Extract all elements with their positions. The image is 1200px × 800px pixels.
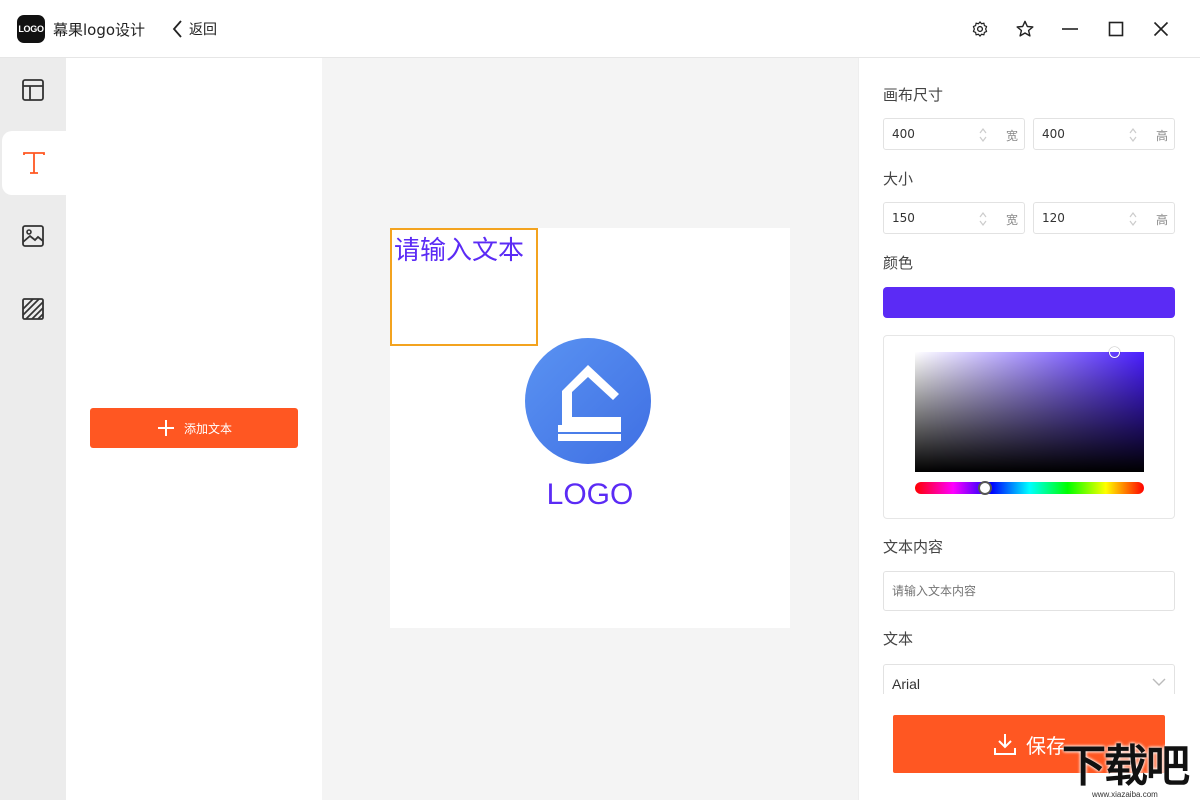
layout-icon — [22, 79, 44, 101]
width-unit: 宽 — [1005, 213, 1018, 227]
close-button[interactable] — [1146, 14, 1176, 44]
minimize-icon — [1062, 28, 1078, 30]
watermark-url: www.xiazaiba.com — [1092, 790, 1158, 799]
spinner-icon[interactable] — [1128, 126, 1138, 144]
favorite-button[interactable] — [1010, 14, 1040, 44]
save-label: 保存 — [1026, 733, 1066, 758]
image-icon — [22, 225, 44, 247]
selected-text-box[interactable]: 请输入文本 — [390, 228, 538, 346]
canvas-width-input[interactable]: 400 宽 — [883, 118, 1025, 150]
back-button[interactable]: 返回 — [171, 17, 217, 41]
size-width-value: 150 — [892, 211, 915, 225]
settings-button[interactable] — [965, 14, 995, 44]
font-value: Arial — [892, 676, 921, 692]
back-label: 返回 — [189, 22, 217, 38]
download-icon — [994, 734, 1016, 755]
add-text-button[interactable]: 添加文本 — [90, 408, 298, 448]
design-canvas[interactable]: 请输入文本 LOGO — [390, 228, 790, 628]
canvas-size-label: 画布尺寸 — [883, 86, 944, 104]
spinner-icon[interactable] — [978, 210, 988, 228]
app-logo: LOGO — [17, 15, 45, 43]
size-height-value: 120 — [1042, 211, 1065, 225]
logo-label[interactable]: LOGO — [390, 478, 790, 512]
canvas-width-value: 400 — [892, 127, 915, 141]
chevron-down-icon — [1152, 678, 1166, 686]
tool-rail — [0, 58, 66, 800]
size-height-input[interactable]: 120 高 — [1033, 202, 1175, 234]
watermark: 下载吧 www.xiazaiba.com — [1062, 742, 1200, 800]
chevron-left-icon — [172, 20, 182, 38]
saturation-value-area[interactable] — [915, 347, 1144, 472]
app-title: 幕果logo设计 — [53, 21, 146, 39]
text-content-label: 文本内容 — [883, 538, 944, 556]
close-icon — [1153, 21, 1169, 37]
width-unit: 宽 — [1005, 129, 1018, 143]
text-box-content: 请输入文本 — [394, 236, 525, 266]
height-unit: 高 — [1155, 213, 1168, 227]
rail-item-template[interactable] — [0, 58, 66, 122]
hue-handle[interactable] — [978, 481, 992, 495]
canvas-height-value: 400 — [1042, 127, 1065, 141]
text-icon — [23, 152, 45, 174]
rail-item-text[interactable] — [2, 131, 66, 195]
rail-item-image[interactable] — [0, 204, 66, 268]
minimize-button[interactable] — [1055, 14, 1085, 44]
plus-icon — [157, 420, 174, 436]
add-text-label: 添加文本 — [183, 421, 232, 436]
canvas-height-input[interactable]: 400 高 — [1033, 118, 1175, 150]
spinner-icon[interactable] — [1128, 210, 1138, 228]
gear-icon — [972, 21, 988, 37]
house-logo-icon[interactable] — [524, 337, 652, 465]
font-select[interactable]: Arial — [883, 664, 1175, 694]
text-panel: 添加文本 — [66, 58, 322, 800]
rail-item-background[interactable] — [0, 277, 66, 341]
size-width-input[interactable]: 150 宽 — [883, 202, 1025, 234]
maximize-button[interactable] — [1101, 14, 1131, 44]
color-swatch[interactable] — [883, 287, 1175, 318]
hue-slider[interactable] — [915, 481, 1144, 495]
star-icon — [1016, 20, 1034, 37]
size-label: 大小 — [883, 170, 914, 188]
color-picker — [883, 335, 1175, 519]
saturation-handle[interactable] — [1109, 347, 1120, 358]
color-label: 颜色 — [883, 254, 914, 272]
height-unit: 高 — [1155, 129, 1168, 143]
workspace: 请输入文本 LOGO — [322, 58, 858, 800]
title-bar: LOGO 幕果logo设计 返回 — [0, 0, 1200, 58]
font-label: 文本 — [883, 630, 914, 648]
spinner-icon[interactable] — [978, 126, 988, 144]
hatch-icon — [22, 298, 44, 320]
maximize-icon — [1108, 21, 1124, 37]
properties-panel: 画布尺寸 400 宽 400 高 大小 150 宽 120 高 颜色 文本内容 … — [858, 58, 1200, 800]
text-content-input[interactable] — [884, 572, 1174, 610]
text-content-field[interactable] — [883, 571, 1175, 611]
watermark-text: 下载吧 — [1062, 741, 1190, 792]
